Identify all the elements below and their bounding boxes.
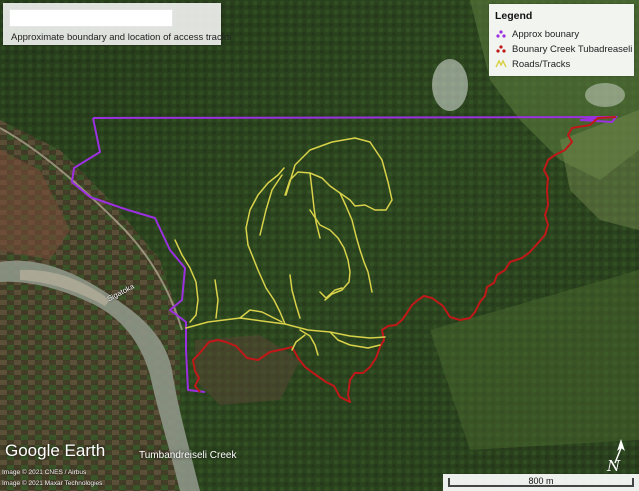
image-credit-maxar: Image © 2021 Maxar Technologies [2,480,103,487]
legend-label-creek: Bounary Creek Tubadreaseli [512,43,633,55]
image-credit-cnes: Image © 2021 CNES / Airbus [2,469,87,476]
purple-marker-icon [496,30,506,38]
legend-title: Legend [495,10,533,22]
title-blank-field [9,9,173,27]
red-marker-icon [496,45,506,53]
legend-item-creek: Bounary Creek Tubadreaseli [495,42,632,56]
legend-item-boundary: Approx bounary [495,27,579,41]
creek-label: Tumbandreiseli Creek [139,450,237,461]
legend-label-tracks: Roads/Tracks [512,58,571,70]
scale-label: 800 m [528,476,554,486]
map-title: Approximate boundary and location of acc… [11,32,232,43]
google-earth-logo: Google Earth [5,441,106,460]
legend-label-boundary: Approx bounary [512,28,580,40]
yellow-track-icon [495,59,507,68]
north-label: N [606,457,621,475]
cloud [585,83,625,107]
legend-item-tracks: Roads/Tracks [495,57,570,71]
map-title-panel: Approximate boundary and location of acc… [3,3,231,45]
scale-bar: 800 m [443,474,639,491]
north-arrow-icon: N [606,439,625,475]
legend-panel: Legend Approx bounary Bounary Creek Tuba… [489,4,634,76]
cloud [432,59,468,111]
